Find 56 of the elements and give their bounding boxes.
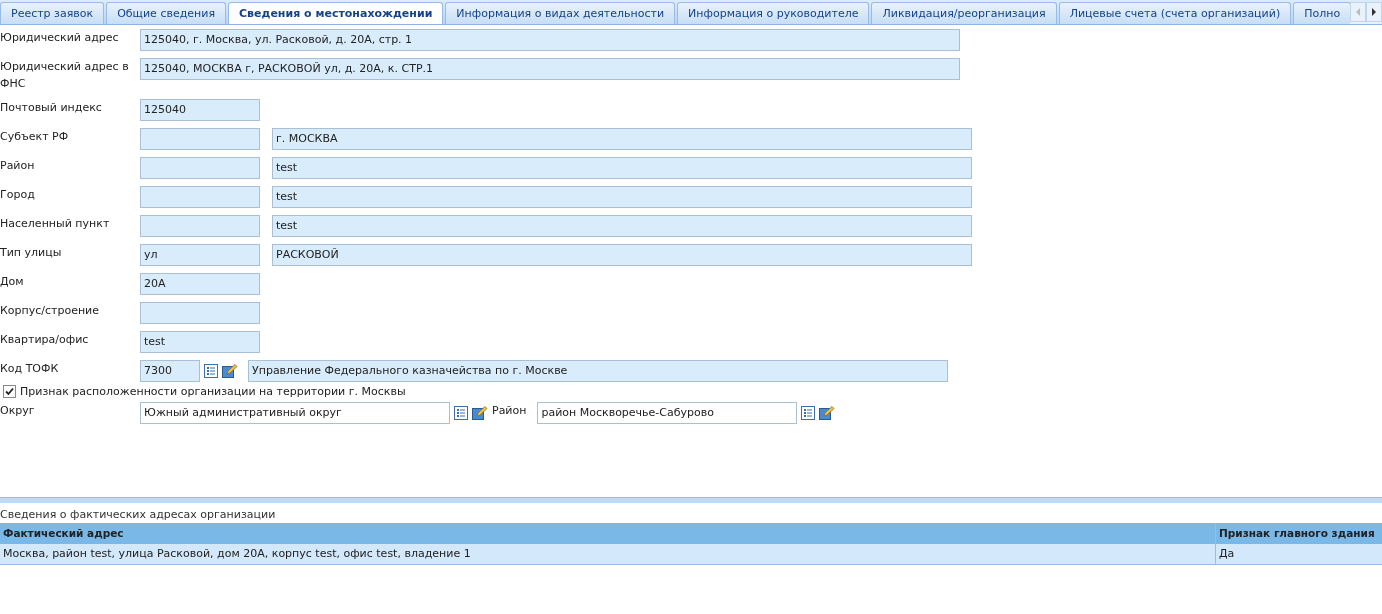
field-label: Населенный пункт bbox=[0, 216, 111, 232]
column-header[interactable]: Признак главного здания bbox=[1216, 523, 1382, 544]
field-label: Код ТОФК bbox=[0, 361, 60, 377]
tab[interactable]: Информация о руководителе bbox=[677, 2, 870, 24]
input-field[interactable]: test bbox=[272, 157, 972, 179]
edit-icon[interactable] bbox=[819, 406, 836, 420]
tab[interactable]: Лицевые счета (счета организаций) bbox=[1058, 2, 1292, 24]
input-field[interactable]: РАСКОВОЙ bbox=[272, 244, 972, 266]
field-label: Город bbox=[0, 187, 36, 203]
column-header[interactable]: Фактический адрес bbox=[0, 523, 1216, 544]
input-field[interactable]: test bbox=[272, 215, 972, 237]
input-field[interactable]: ул bbox=[140, 244, 260, 266]
input-field[interactable]: 125040, г. Москва, ул. Расковой, д. 20А, стр. 1 bbox=[140, 29, 960, 51]
input-field[interactable]: 20А bbox=[140, 273, 260, 295]
field-label: Район bbox=[0, 158, 36, 174]
tab[interactable]: Реестр заявок bbox=[0, 2, 105, 24]
input-field[interactable] bbox=[140, 302, 260, 324]
input-field[interactable] bbox=[140, 128, 260, 150]
field-label: Квартира/офис bbox=[0, 332, 90, 348]
field-label: Дом bbox=[0, 274, 25, 290]
input-field[interactable] bbox=[140, 157, 260, 179]
input-field[interactable]: Южный административный округ bbox=[140, 402, 450, 424]
tab[interactable]: Полно bbox=[1293, 2, 1350, 24]
field-label: Юридический адрес bbox=[0, 30, 120, 46]
field-label: Корпус/строение bbox=[0, 303, 101, 319]
table-cell: Да bbox=[1216, 544, 1382, 564]
list-icon[interactable] bbox=[454, 406, 468, 420]
scroll-right-icon[interactable] bbox=[1366, 2, 1382, 22]
field-label: Тип улицы bbox=[0, 245, 63, 261]
tab[interactable]: Ликвидация/реорганизация bbox=[871, 2, 1057, 24]
input-field[interactable] bbox=[140, 215, 260, 237]
edit-icon[interactable] bbox=[222, 364, 238, 378]
input-field[interactable]: 125040, МОСКВА г, РАСКОВОЙ ул, д. 20А, к. СТР.1 bbox=[140, 58, 960, 80]
tab[interactable]: Общие сведения bbox=[106, 2, 227, 24]
input-field[interactable]: Управление Федерального казначейства по г. Москве bbox=[248, 360, 948, 382]
input-field[interactable]: test bbox=[140, 331, 260, 353]
tab[interactable]: Сведения о местонахождении bbox=[228, 2, 444, 24]
field-label: Район bbox=[492, 403, 527, 419]
list-icon[interactable] bbox=[204, 364, 218, 378]
field-label: Округ bbox=[0, 403, 36, 419]
field-label: Субъект РФ bbox=[0, 129, 70, 145]
edit-icon[interactable] bbox=[472, 406, 488, 420]
checkbox[interactable] bbox=[3, 385, 16, 398]
input-field[interactable]: район Москворечье-Сабурово bbox=[537, 402, 798, 424]
field-label: Юридический адрес в ФНС bbox=[0, 59, 130, 92]
input-field[interactable]: 125040 bbox=[140, 99, 260, 121]
section-title: Сведения о фактических адресах организации bbox=[0, 507, 277, 523]
input-field[interactable]: 7300 bbox=[140, 360, 200, 382]
input-field[interactable]: test bbox=[272, 186, 972, 208]
input-field[interactable] bbox=[140, 186, 260, 208]
checkbox-label: Признак расположенности организации на территории г. Москвы bbox=[20, 385, 406, 398]
table-cell: Москва, район test, улица Расковой, дом 20А, корпус test, офис test, владение 1 bbox=[0, 544, 1216, 564]
field-label: Почтовый индекс bbox=[0, 100, 103, 116]
input-field[interactable]: г. МОСКВА bbox=[272, 128, 972, 150]
list-icon[interactable] bbox=[801, 406, 816, 420]
tab[interactable]: Информация о видах деятельности bbox=[445, 2, 676, 24]
